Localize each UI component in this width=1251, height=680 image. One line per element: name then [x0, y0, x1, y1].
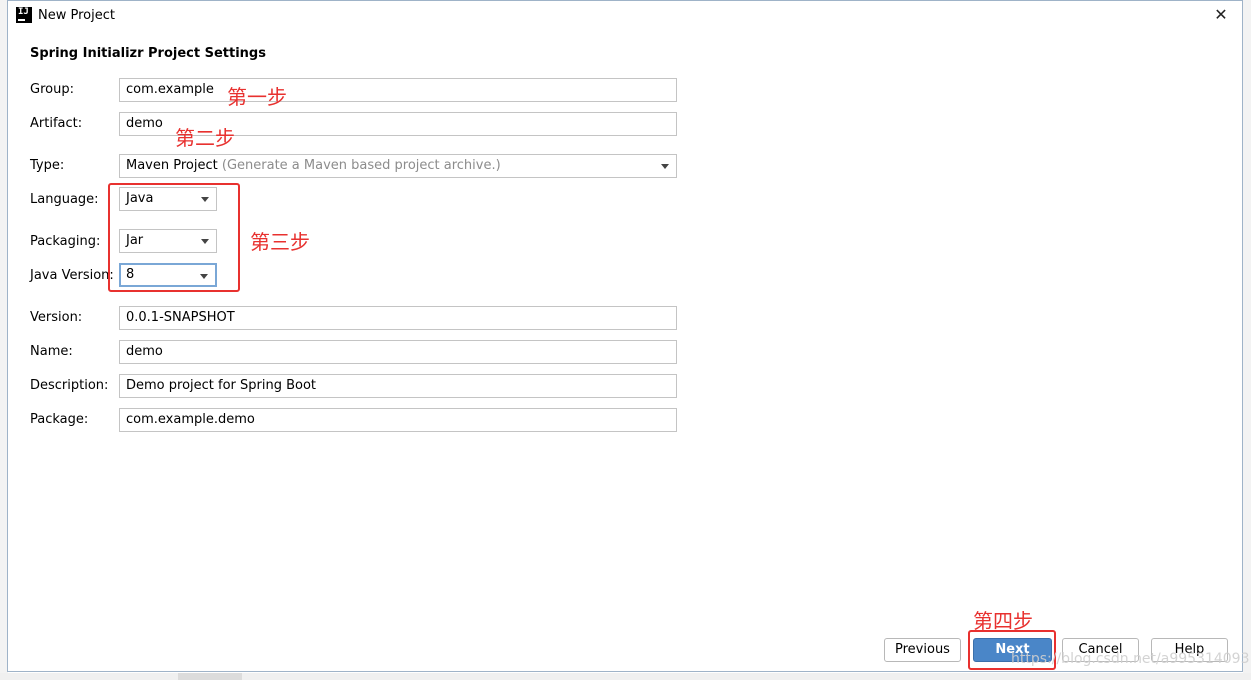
type-dropdown[interactable]: Maven Project (Generate a Maven based pr…	[119, 154, 677, 178]
type-hint: (Generate a Maven based project archive.…	[221, 158, 501, 173]
version-field[interactable]: 0.0.1-SNAPSHOT	[119, 306, 677, 330]
type-value: Maven Project	[126, 158, 218, 173]
annotation-step-2: 第二步	[175, 126, 235, 150]
package-field[interactable]: com.example.demo	[119, 408, 677, 432]
annotation-box-step-3	[108, 183, 240, 292]
window-title: New Project	[38, 8, 115, 23]
background-taskbar-item	[178, 673, 242, 680]
annotation-step-1: 第一步	[227, 85, 287, 109]
packaging-label: Packaging:	[30, 234, 101, 249]
background-edge-right	[1243, 0, 1251, 680]
chevron-down-icon	[661, 164, 669, 169]
group-field[interactable]: com.example	[119, 78, 677, 102]
group-label: Group:	[30, 82, 74, 97]
new-project-dialog: IJ New Project ✕ Spring Initializr Proje…	[7, 0, 1250, 672]
intellij-app-icon: IJ	[16, 7, 32, 23]
annotation-step-3: 第三步	[250, 230, 310, 254]
version-label: Version:	[30, 310, 83, 325]
package-label: Package:	[30, 412, 89, 427]
description-field[interactable]: Demo project for Spring Boot	[119, 374, 677, 398]
previous-button[interactable]: Previous	[884, 638, 961, 662]
section-title: Spring Initializr Project Settings	[30, 46, 266, 61]
language-label: Language:	[30, 192, 99, 207]
close-icon[interactable]: ✕	[1210, 4, 1232, 26]
type-label: Type:	[30, 158, 65, 173]
watermark: https://blog.csdn.net/a995314093	[1011, 651, 1250, 667]
description-label: Description:	[30, 378, 109, 393]
name-field[interactable]: demo	[119, 340, 677, 364]
title-bar[interactable]: IJ New Project ✕	[8, 1, 1242, 32]
name-label: Name:	[30, 344, 73, 359]
artifact-label: Artifact:	[30, 116, 83, 131]
java-version-label: Java Version:	[30, 268, 114, 283]
